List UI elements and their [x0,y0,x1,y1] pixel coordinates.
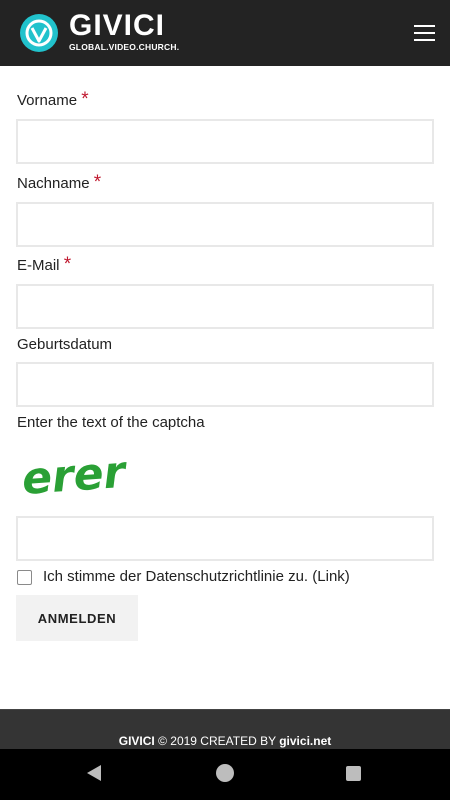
logo-text: GIVICI [69,9,166,42]
footer-copyright: GIVICI © 2019 CREATED BY givici.net [0,733,450,749]
logo-tagline: GLOBAL.VIDEO.CHURCH. [69,42,180,52]
app-header: GIVICI GLOBAL.VIDEO.CHURCH. [0,0,450,66]
hamburger-menu-icon[interactable] [410,22,438,44]
footer-site-link[interactable]: givici.net [279,734,331,748]
system-nav-bar [0,749,450,800]
lastname-label: Nachname * [17,172,102,193]
required-marker: * [93,172,102,193]
back-icon[interactable] [84,763,104,783]
birthdate-field[interactable] [16,362,434,407]
captcha-label: Enter the text of the captcha [17,414,205,431]
captcha-text: erer [20,447,129,504]
firstname-field[interactable] [16,119,434,164]
submit-button[interactable]: ANMELDEN [16,595,138,641]
footer-brand: GIVICI [118,734,155,748]
captcha-field[interactable] [16,516,434,561]
lastname-field[interactable] [16,202,434,247]
birthdate-label: Geburtsdatum [17,336,113,353]
home-icon[interactable] [216,764,234,782]
recent-apps-icon[interactable] [346,766,361,781]
email-label: E-Mail * [17,254,72,275]
privacy-label[interactable]: Ich stimme der Datenschutzrichtlinie zu.… [43,568,350,586]
registration-page: GIVICI GLOBAL.VIDEO.CHURCH. Vorname * Na… [0,0,450,800]
privacy-checkbox[interactable] [17,570,32,585]
required-marker: * [81,89,89,110]
firstname-label: Vorname * [17,89,89,110]
footer-copyright-text: © 2019 CREATED BY [154,734,280,748]
email-field[interactable] [16,284,434,329]
givici-logo-icon [20,14,58,52]
captcha-image: erer [20,447,129,504]
required-marker: * [63,254,72,275]
